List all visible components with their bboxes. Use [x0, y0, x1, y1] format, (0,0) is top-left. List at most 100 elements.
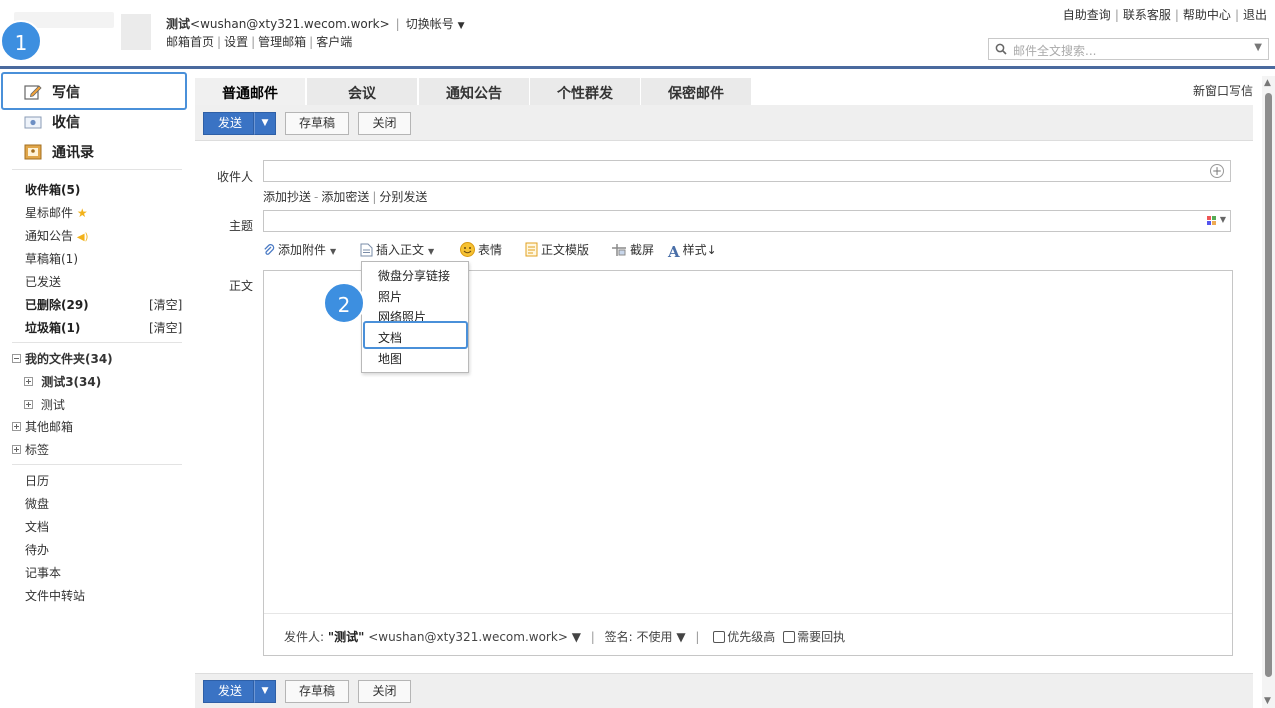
send-options-dropdown[interactable]: ▼ [254, 112, 276, 135]
avatar[interactable] [121, 14, 151, 50]
cc-links: 添加抄送 - 添加密送 | 分别发送 [263, 190, 428, 204]
template-button[interactable]: 正文模版 [525, 241, 589, 258]
caret-down-icon: ▼ [457, 21, 465, 31]
add-recipient-icon[interactable]: + [1210, 164, 1224, 178]
menu-item-map[interactable]: 地图 [378, 350, 402, 367]
folder-deleted[interactable]: 已删除(29) [25, 296, 89, 313]
to-label: 收件人 [216, 170, 253, 184]
chevron-down-icon[interactable]: ▼ [1254, 42, 1262, 53]
save-draft-button[interactable]: 存草稿 [285, 112, 349, 135]
caret-down-icon: ▼ [261, 118, 269, 128]
subject-label: 主题 [228, 219, 253, 233]
nav-client[interactable]: 客户端 [316, 35, 352, 49]
folder-spam[interactable]: 垃圾箱(1) [25, 319, 80, 336]
body-label: 正文 [228, 279, 253, 293]
contacts-button[interactable]: 通讯录 [24, 142, 94, 162]
receipt-label: 需要回执 [797, 630, 846, 644]
divider [12, 464, 182, 465]
scroll-down-icon[interactable]: ▼ [1264, 696, 1271, 706]
folder-starred[interactable]: 星标邮件 ★ [25, 204, 88, 221]
add-cc-link[interactable]: 添加抄送 [263, 190, 311, 204]
folder-sent[interactable]: 已发送 [25, 273, 61, 290]
app-file-transfer[interactable]: 文件中转站 [25, 587, 85, 604]
inbox-button[interactable]: 收信 [24, 112, 80, 132]
style-button[interactable]: A 样式↓ [668, 241, 717, 261]
self-service-link[interactable]: 自助查询 [1063, 8, 1111, 22]
bottom-toolbar: 发送 ▼ 存草稿 关闭 [195, 673, 1253, 708]
insert-content-button[interactable]: 插入正文 ▼ [360, 241, 434, 258]
paperclip-icon [264, 244, 275, 255]
send-button[interactable]: 发送 [203, 112, 254, 135]
priority-label: 优先级高 [727, 630, 776, 644]
signature-select[interactable]: 签名: 不使用 ▼ [605, 630, 686, 644]
menu-item-drive-link[interactable]: 微盘分享链接 [378, 267, 450, 284]
folder-notices[interactable]: 通知公告 ◀) [25, 227, 88, 244]
clear-deleted-link[interactable]: [清空] [149, 296, 182, 313]
write-button[interactable]: 写信 [24, 82, 80, 102]
expand-icon[interactable] [24, 400, 33, 409]
receipt-checkbox[interactable] [783, 631, 796, 643]
subject-field[interactable]: ▼ [263, 210, 1231, 232]
sender-email: <wushan@xty321.wecom.work> [368, 630, 568, 644]
nav-mail-home[interactable]: 邮箱首页 [166, 35, 214, 49]
expand-icon[interactable] [12, 445, 21, 454]
app-notes[interactable]: 记事本 [25, 564, 61, 581]
search-input[interactable]: 邮件全文搜索... ▼ [988, 38, 1269, 60]
folder-test3[interactable]: 测试3(34) [24, 373, 101, 390]
close-button[interactable]: 关闭 [358, 112, 411, 135]
app-docs[interactable]: 文档 [25, 518, 49, 535]
new-window-link[interactable]: 新窗口写信 [1193, 82, 1253, 99]
save-draft-button-bottom[interactable]: 存草稿 [285, 680, 349, 703]
emoji-button[interactable]: 表情 [460, 241, 502, 258]
header-nav: 邮箱首页 | 设置 | 管理邮箱 | 客户端 [166, 35, 353, 49]
tab-secure-mail[interactable]: 保密邮件 [641, 78, 751, 105]
nav-settings[interactable]: 设置 [224, 35, 248, 49]
nav-admin[interactable]: 管理邮箱 [258, 35, 306, 49]
priority-checkbox[interactable] [713, 631, 726, 643]
expand-icon[interactable] [24, 377, 33, 386]
my-folders[interactable]: 我的文件夹(34) [12, 350, 113, 367]
folder-inbox[interactable]: 收件箱(5) [25, 181, 80, 198]
logout-link[interactable]: 退出 [1243, 8, 1267, 22]
caret-down-icon: ▼ [261, 686, 269, 696]
sender-name: "测试" [327, 630, 365, 644]
chevron-down-icon[interactable]: ▼ [1220, 215, 1226, 224]
folder-test[interactable]: 测试 [24, 396, 65, 413]
add-bcc-link[interactable]: 添加密送 [321, 190, 369, 204]
search-placeholder: 邮件全文搜索... [1013, 44, 1097, 58]
template-icon [525, 242, 538, 257]
app-drive[interactable]: 微盘 [25, 495, 49, 512]
switch-account-link[interactable]: 切换帐号 ▼ [406, 17, 465, 31]
tab-meeting[interactable]: 会议 [307, 78, 417, 105]
contact-support-link[interactable]: 联系客服 [1123, 8, 1171, 22]
tab-mass-mail[interactable]: 个性群发 [530, 78, 640, 105]
expand-icon[interactable] [12, 422, 21, 431]
send-button-bottom[interactable]: 发送 [203, 680, 254, 703]
scroll-up-icon[interactable]: ▲ [1264, 78, 1271, 88]
separate-send-link[interactable]: 分别发送 [379, 190, 427, 204]
color-grid-icon[interactable] [1207, 216, 1216, 225]
tab-normal-mail[interactable]: 普通邮件 [195, 78, 305, 105]
close-button-bottom[interactable]: 关闭 [358, 680, 411, 703]
scrollbar-thumb[interactable] [1265, 93, 1272, 677]
clear-spam-link[interactable]: [清空] [149, 319, 182, 336]
sender-row: 发件人: "测试" <wushan@xty321.wecom.work> ▼ |… [264, 613, 1232, 655]
sender-label: 发件人: [284, 630, 325, 644]
header: 测试<wushan@xty321.wecom.work> | 切换帐号 ▼ 邮箱首页… [0, 0, 1275, 66]
attach-button[interactable]: 添加附件 ▼ [263, 241, 336, 258]
top-toolbar: 发送 ▼ 存草稿 关闭 [195, 105, 1253, 141]
other-mailboxes[interactable]: 其他邮箱 [12, 418, 73, 435]
folder-drafts[interactable]: 草稿箱(1) [25, 250, 78, 267]
sender-dropdown[interactable]: ▼ [572, 630, 581, 644]
menu-item-photo[interactable]: 照片 [378, 288, 402, 305]
to-field[interactable]: + [263, 160, 1231, 182]
screenshot-button[interactable]: 截屏 [611, 241, 654, 258]
tags[interactable]: 标签 [12, 441, 49, 458]
collapse-icon[interactable] [12, 354, 21, 363]
send-options-dropdown-bottom[interactable]: ▼ [254, 680, 276, 703]
document-highlight [363, 321, 468, 349]
help-center-link[interactable]: 帮助中心 [1183, 8, 1231, 22]
tab-notice[interactable]: 通知公告 [419, 78, 529, 105]
app-calendar[interactable]: 日历 [25, 472, 49, 489]
app-todo[interactable]: 待办 [25, 541, 49, 558]
